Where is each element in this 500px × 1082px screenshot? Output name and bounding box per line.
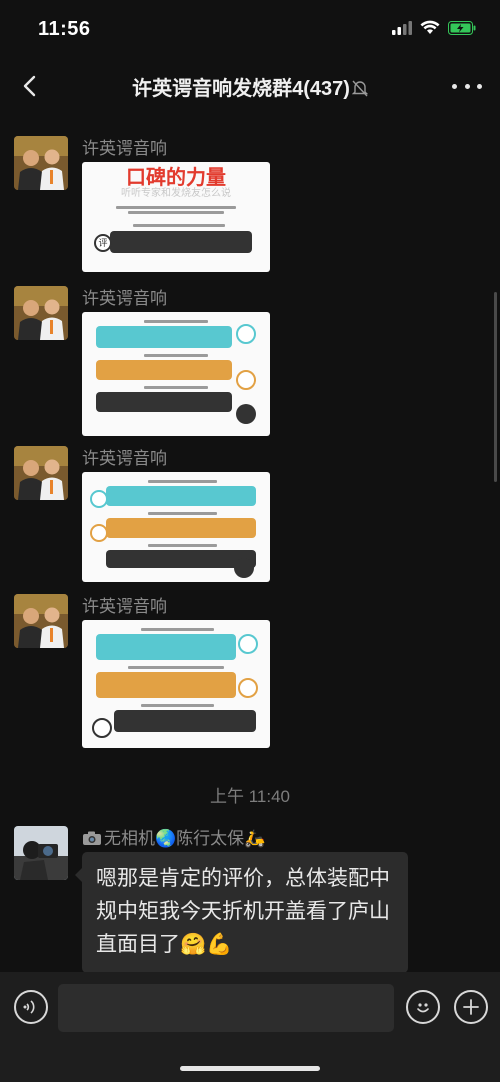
- avatar-photo: [14, 446, 68, 500]
- sender-name: 许英谔音响: [82, 139, 167, 158]
- chat-title: 许英谔音响发烧群4(437): [0, 72, 500, 101]
- ellipsis-dot: [452, 83, 457, 89]
- image-headline: 口碑的力量: [126, 165, 226, 189]
- ellipsis-dot: [464, 83, 470, 89]
- avatar[interactable]: [14, 446, 68, 500]
- home-indicator[interactable]: [180, 1066, 320, 1071]
- avatar-photo: [14, 136, 68, 190]
- image-attachment[interactable]: 口碑的力量 听听专家和发烧友怎么说 评: [82, 162, 270, 272]
- avatar-photo: [14, 594, 68, 648]
- sender-name-text: 无相机🌏陈行太保🛵: [104, 829, 266, 848]
- avatar[interactable]: [14, 136, 68, 190]
- chat-title-text: 许英谔音响发烧群4(437): [132, 78, 350, 100]
- wifi-icon: [420, 20, 440, 34]
- smiley-icon: [417, 1003, 429, 1013]
- more-actions-button[interactable]: [454, 990, 488, 1024]
- ellipsis-dot: [477, 83, 482, 89]
- image-subhead: 听听专家和发烧友怎么说: [121, 188, 231, 199]
- status-time: 11:56: [38, 18, 91, 40]
- avatar-photo: [14, 286, 68, 340]
- signal-icon: [392, 20, 412, 35]
- avatar[interactable]: [14, 826, 68, 880]
- message-timestamp: 上午 11:40: [209, 787, 290, 806]
- avatar[interactable]: [14, 594, 68, 648]
- message-input[interactable]: [58, 984, 394, 1032]
- chat-scrollbar[interactable]: [494, 292, 497, 482]
- status-bar: 11:56: [0, 0, 500, 56]
- message-bubble[interactable]: 嗯那是肯定的评价，总体装配中规中矩我今天折机开盖看了庐山直面目了🤗💪: [75, 852, 408, 973]
- sender-name: 无相机🌏陈行太保🛵: [82, 824, 265, 851]
- plus-icon: [463, 999, 479, 1015]
- status-icons: [392, 20, 476, 35]
- chat-area[interactable]: 许英谔音响 口碑的力量 听听专家和发烧友怎么说 评 许英谔音响 许英谔音响 许英…: [0, 116, 500, 973]
- battery-icon: [448, 20, 476, 35]
- nav-bar: 许英谔音响发烧群4(437): [0, 56, 500, 116]
- image-attachment[interactable]: [82, 472, 270, 582]
- voice-icon: [23, 1000, 35, 1014]
- sender-name: 许英谔音响: [82, 289, 167, 308]
- image-attachment[interactable]: [82, 312, 270, 436]
- avatar[interactable]: [14, 286, 68, 340]
- emoji-button[interactable]: [406, 990, 440, 1024]
- avatar-photo: [14, 826, 68, 880]
- voice-button[interactable]: [14, 990, 48, 1024]
- sender-name: 许英谔音响: [82, 597, 167, 616]
- sender-name: 许英谔音响: [82, 449, 167, 468]
- camera-icon: [82, 830, 102, 851]
- more-button[interactable]: [452, 76, 482, 96]
- bell-slash-icon: [351, 80, 368, 97]
- image-attachment[interactable]: [82, 620, 270, 748]
